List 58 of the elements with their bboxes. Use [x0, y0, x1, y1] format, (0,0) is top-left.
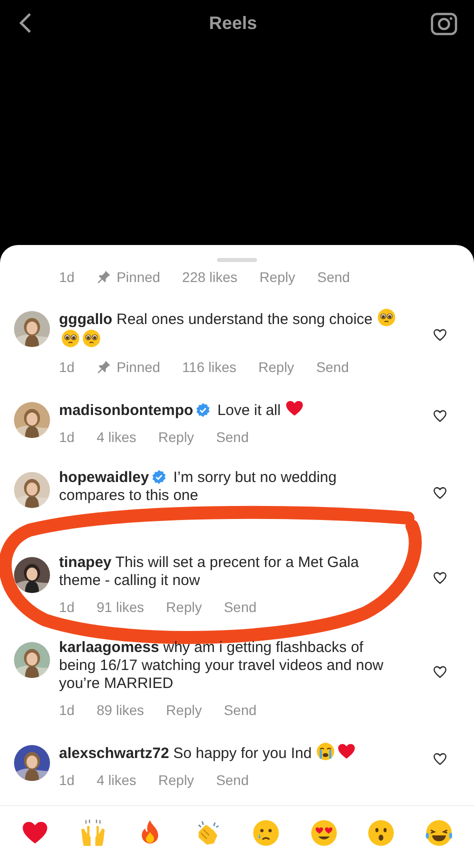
- heart-emoji-icon: [284, 399, 304, 418]
- raised-hands-emoji-icon: [78, 819, 107, 847]
- send-button[interactable]: Send: [224, 598, 257, 616]
- reply-button[interactable]: Reply: [166, 598, 202, 616]
- reply-button[interactable]: Reply: [166, 701, 202, 719]
- like-heart-icon[interactable]: [433, 408, 447, 422]
- like-heart-icon[interactable]: [433, 486, 447, 500]
- camera-button[interactable]: [430, 10, 458, 36]
- reaction-button[interactable]: [367, 819, 396, 847]
- pinned-label: Pinned: [116, 358, 160, 376]
- laughing-emoji-icon: [425, 819, 454, 847]
- surprised-emoji-icon: [367, 819, 396, 847]
- reply-button[interactable]: Reply: [158, 771, 194, 789]
- comment-text: hopewaidley I’m sorry but no wedding compares to this one: [59, 469, 338, 505]
- comment-text: gggallo Real ones understand the song choice: [59, 308, 404, 350]
- comment-text: alexschwartz72 So happy for you Ind: [59, 742, 404, 763]
- reply-button[interactable]: Reply: [158, 428, 194, 446]
- send-button[interactable]: Send: [316, 358, 349, 376]
- comment-time: 1d: [59, 428, 75, 446]
- send-button[interactable]: Send: [224, 701, 257, 719]
- pinned-label: Pinned: [116, 268, 160, 286]
- likes-count[interactable]: 4 likes: [96, 428, 136, 446]
- like-heart-icon[interactable]: [433, 752, 447, 766]
- crying-emoji-icon: [316, 742, 335, 761]
- likes-count[interactable]: 228 likes: [182, 268, 238, 286]
- reaction-button[interactable]: [425, 819, 454, 847]
- reaction-button[interactable]: [310, 819, 338, 847]
- send-button[interactable]: Send: [317, 268, 350, 286]
- comment-time: 1d: [59, 598, 75, 616]
- comment-time: 1d: [59, 771, 75, 789]
- comment-text: tinapey This will set a precent for a Met Gala theme - calling it now: [59, 554, 360, 590]
- like-heart-icon[interactable]: [433, 665, 447, 679]
- pleading-emoji-icon: [82, 329, 101, 348]
- likes-count[interactable]: 4 likes: [96, 771, 136, 789]
- reaction-button[interactable]: [252, 819, 280, 847]
- pleading-emoji-icon: [61, 329, 80, 348]
- reply-button[interactable]: Reply: [258, 358, 294, 376]
- heart-emoji-icon: [336, 742, 356, 761]
- like-heart-icon[interactable]: [433, 571, 447, 585]
- likes-count[interactable]: 89 likes: [96, 701, 144, 719]
- send-button[interactable]: Send: [216, 428, 249, 446]
- reply-button[interactable]: Reply: [259, 268, 296, 286]
- like-heart-icon[interactable]: [433, 328, 447, 342]
- send-button[interactable]: Send: [216, 771, 249, 789]
- sad-tear-emoji-icon: [252, 819, 280, 847]
- likes-count[interactable]: 91 likes: [96, 598, 144, 616]
- comment-time: 1d: [59, 268, 75, 286]
- comment-text: madisonbontempo Love it all: [59, 399, 404, 420]
- page-title: Reels: [208, 12, 258, 34]
- comment-time: 1d: [59, 358, 75, 376]
- pin-icon: [96, 360, 111, 374]
- comment-text: karlaagomess why am i getting flashbacks of being 16/17 watching your travel videos and now you’re MARRIED: [59, 639, 384, 693]
- pin-icon: [96, 270, 111, 284]
- drag-handle[interactable]: [217, 258, 257, 262]
- likes-count[interactable]: 116 likes: [182, 358, 236, 376]
- comment-time: 1d: [59, 701, 75, 719]
- pleading-emoji-icon: [376, 308, 396, 327]
- heart-eyes-emoji-icon: [310, 819, 338, 847]
